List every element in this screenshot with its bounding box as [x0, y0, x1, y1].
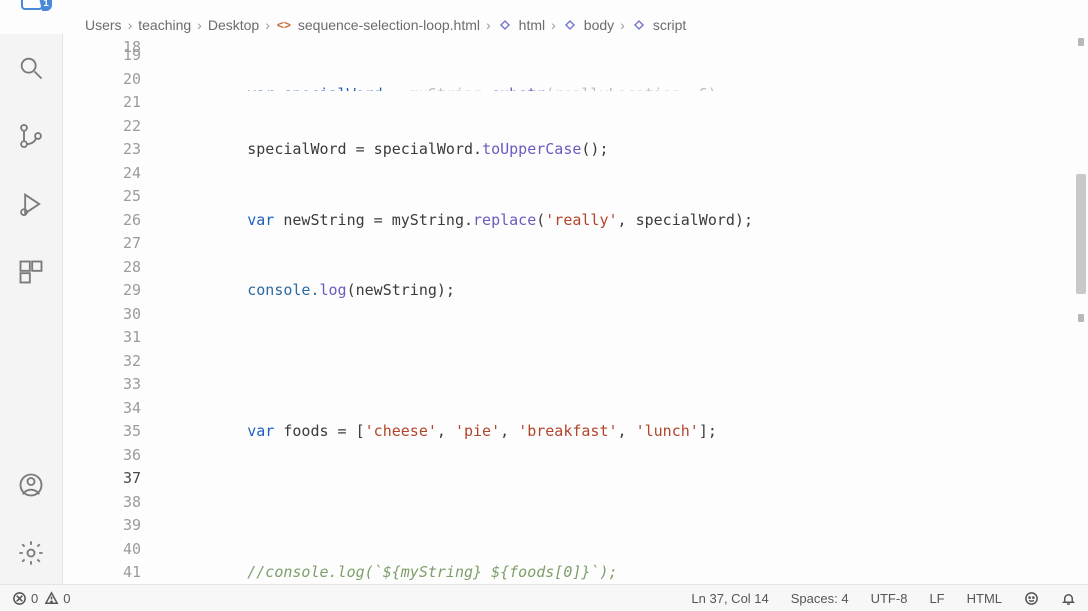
line-number: 30	[63, 303, 141, 327]
code-line: var specialWord = myString.substr(really…	[175, 83, 1072, 91]
status-spaces[interactable]: Spaces: 4	[791, 591, 849, 606]
status-right: Ln 37, Col 14 Spaces: 4 UTF-8 LF HTML	[691, 591, 1076, 606]
chevron-right-icon: ›	[126, 17, 135, 33]
line-number: 25	[63, 185, 141, 209]
line-number: 26	[63, 209, 141, 233]
symbol-icon	[497, 17, 513, 33]
code-line	[175, 491, 1072, 515]
line-number: 29	[63, 279, 141, 303]
line-number: 39	[63, 514, 141, 538]
line-number: 18	[63, 36, 141, 44]
activity-bar	[0, 34, 63, 585]
line-number: 32	[63, 350, 141, 374]
search-icon[interactable]	[17, 54, 45, 82]
status-encoding[interactable]: UTF-8	[871, 591, 908, 606]
chevron-right-icon: ›	[195, 17, 204, 33]
breadcrumb-item[interactable]: html	[519, 17, 545, 33]
breadcrumb-item[interactable]: Users	[85, 17, 122, 33]
line-number: 38	[63, 491, 141, 515]
line-number: 40	[63, 538, 141, 562]
html-file-icon: <>	[276, 17, 292, 33]
line-number: 27	[63, 232, 141, 256]
line-number: 34	[63, 397, 141, 421]
line-number: 33	[63, 373, 141, 397]
status-warnings[interactable]: 0	[44, 591, 70, 606]
minimap-block	[1078, 38, 1084, 46]
code-editor[interactable]: 18 19 20 21 22 23 24 25 26 27 28 29 30 3…	[63, 34, 1088, 585]
editor-body: 18 19 20 21 22 23 24 25 26 27 28 29 30 3…	[0, 34, 1088, 585]
line-number: 22	[63, 115, 141, 139]
app-root: 1 Users › teaching › Desktop › <> sequen…	[0, 0, 1088, 611]
breadcrumb: Users › teaching › Desktop › <> sequence…	[85, 14, 1078, 36]
status-eol[interactable]: LF	[929, 591, 944, 606]
status-errors[interactable]: 0	[12, 591, 38, 606]
status-bar: 0 0 Ln 37, Col 14 Spaces: 4 UTF-8 LF HTM…	[0, 584, 1088, 611]
errors-count: 0	[31, 591, 38, 606]
feedback-icon[interactable]	[1024, 591, 1039, 606]
gear-icon[interactable]	[17, 539, 45, 567]
chevron-right-icon: ›	[263, 17, 272, 33]
line-gutter: 18 19 20 21 22 23 24 25 26 27 28 29 30 3…	[63, 34, 161, 585]
minimap-block	[1078, 314, 1084, 322]
account-icon[interactable]	[17, 471, 45, 499]
bell-icon[interactable]	[1061, 591, 1076, 606]
scrollbar-thumb[interactable]	[1076, 174, 1086, 294]
symbol-icon	[562, 17, 578, 33]
line-number: 24	[63, 162, 141, 186]
files-icon: 1	[20, 0, 54, 17]
line-number: 35	[63, 420, 141, 444]
status-cursor[interactable]: Ln 37, Col 14	[691, 591, 768, 606]
breadcrumb-item[interactable]: sequence-selection-loop.html	[298, 17, 480, 33]
line-number: 31	[63, 326, 141, 350]
breadcrumb-item[interactable]: script	[653, 17, 686, 33]
line-number-current: 37	[63, 467, 141, 491]
line-number: 19	[63, 44, 141, 68]
extensions-icon[interactable]	[17, 258, 45, 286]
symbol-icon	[631, 17, 647, 33]
code-line: //console.log(`${myString} ${foods[0]}`)…	[175, 561, 1072, 585]
warning-icon	[44, 591, 59, 606]
run-debug-icon[interactable]	[17, 190, 45, 218]
warnings-count: 0	[63, 591, 70, 606]
error-icon	[12, 591, 27, 606]
code-line: var foods = ['cheese', 'pie', 'breakfast…	[175, 420, 1072, 444]
code-area[interactable]: var specialWord = myString.substr(really…	[161, 34, 1072, 585]
line-number: 20	[63, 68, 141, 92]
breadcrumb-item[interactable]: Desktop	[208, 17, 259, 33]
badge-count: 1	[43, 0, 49, 9]
chevron-right-icon: ›	[549, 17, 558, 33]
breadcrumb-item[interactable]: teaching	[138, 17, 191, 33]
code-line	[175, 350, 1072, 374]
code-line: specialWord = specialWord.toUpperCase();	[175, 138, 1072, 162]
line-number: 36	[63, 444, 141, 468]
chevron-right-icon: ›	[484, 17, 493, 33]
source-control-icon[interactable]	[17, 122, 45, 150]
breadcrumb-item[interactable]: body	[584, 17, 614, 33]
chevron-right-icon: ›	[618, 17, 627, 33]
line-number: 41	[63, 561, 141, 585]
code-line: console.log(newString);	[175, 279, 1072, 303]
status-language[interactable]: HTML	[967, 591, 1002, 606]
status-left: 0 0	[12, 591, 70, 606]
line-number: 28	[63, 256, 141, 280]
line-number: 21	[63, 91, 141, 115]
explorer-badge[interactable]: 1	[20, 0, 54, 14]
code-line: var newString = myString.replace('really…	[175, 209, 1072, 233]
minimap[interactable]	[1072, 34, 1086, 585]
line-number: 23	[63, 138, 141, 162]
